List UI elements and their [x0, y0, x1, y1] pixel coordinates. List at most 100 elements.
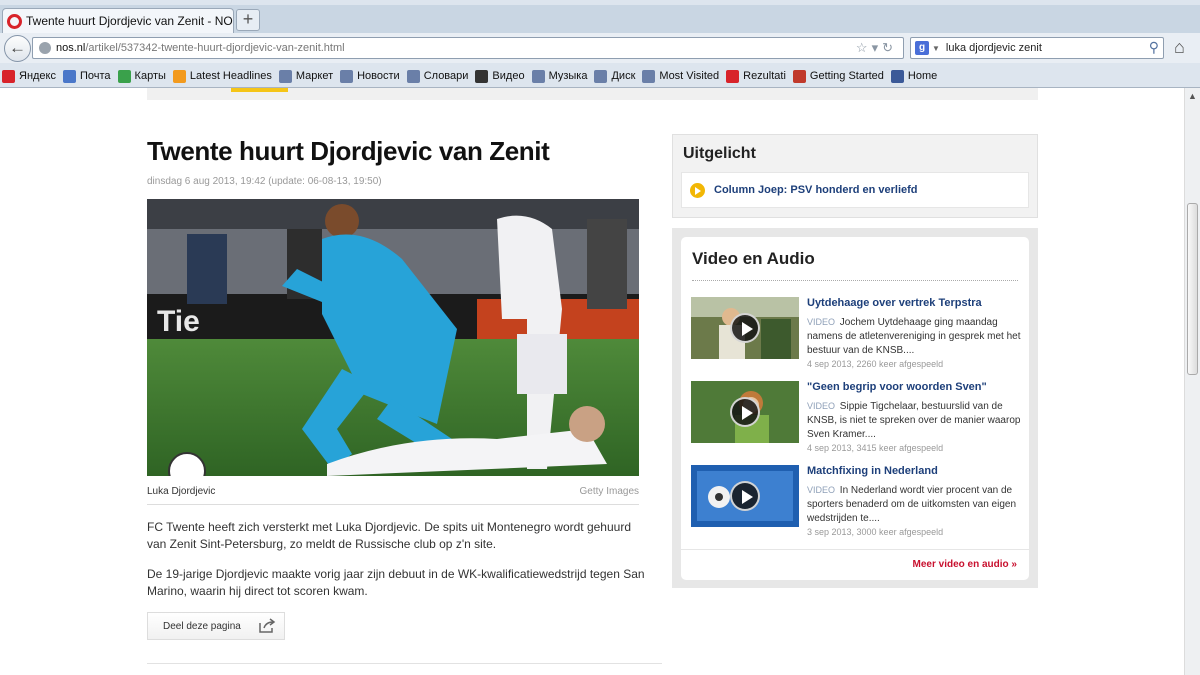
most-visited-icon [642, 69, 656, 83]
disk-icon [594, 69, 608, 83]
page-viewport: Twente huurt Djordjevic van Zenit dinsda… [0, 88, 1184, 675]
news-icon [340, 69, 354, 83]
article-paragraph-1: FC Twente heeft zich versterkt met Luka … [147, 520, 632, 551]
bookmark-item[interactable]: Getting Started [792, 69, 884, 83]
bookmark-label: Почта [80, 70, 111, 82]
bookmark-item[interactable]: Почта [63, 69, 111, 83]
photo-caption: Luka Djordjevic [147, 486, 216, 497]
rss-icon [172, 69, 186, 83]
video-thumbnail[interactable] [691, 297, 799, 359]
search-query: luka djordjevic zenit [945, 42, 1042, 54]
tab-title: Twente huurt Djordjevic van Zenit - NOS … [26, 14, 233, 28]
video-tag: VIDEO [807, 317, 836, 327]
new-tab-button[interactable]: + [236, 9, 260, 31]
video-description: VIDEO In Nederland wordt vier procent va… [807, 483, 1021, 526]
back-arrow-icon: ← [9, 38, 26, 57]
video-title[interactable]: "Geen begrip voor woorden Sven" [807, 381, 1021, 393]
navigation-bar: ← nos.nl/artikel/537342-twente-huurt-djo… [0, 33, 1200, 63]
yandex-icon [2, 69, 15, 83]
play-icon[interactable] [730, 397, 760, 427]
google-icon[interactable]: g [915, 41, 929, 55]
video-title[interactable]: Matchfixing in Nederland [807, 465, 1021, 477]
url-path: /artikel/537342-twente-huurt-djordjevic-… [85, 42, 345, 54]
search-icon[interactable]: ⚲ [1149, 39, 1159, 56]
music-icon [531, 69, 545, 83]
bookmark-label: Видео [492, 70, 525, 82]
firefox-icon [792, 69, 806, 83]
bookmark-label: Новости [357, 70, 400, 82]
video-title[interactable]: Uytdehaage over vertrek Terpstra [807, 297, 1021, 309]
video-meta: 4 sep 2013, 2260 keer afgespeeld [807, 359, 944, 369]
video-audio-divider [692, 280, 1018, 281]
tab-active[interactable]: Twente huurt Djordjevic van Zenit - NOS … [2, 8, 234, 33]
bookmark-item[interactable]: Most Visited [642, 69, 719, 83]
page-scrollbar[interactable]: ▲ [1184, 88, 1200, 675]
football-photo-illustration: Tie [147, 199, 639, 476]
video-audio-title: Video en Audio [692, 249, 815, 268]
bookmark-label: Яндекс [19, 70, 56, 82]
video-meta: 4 sep 2013, 3415 keer afgespeeld [807, 443, 944, 453]
video-meta: 3 sep 2013, 3000 keer afgespeeld [807, 527, 944, 537]
tab-strip: Twente huurt Djordjevic van Zenit - NOS … [0, 5, 1200, 33]
home-icon[interactable]: ⌂ [1174, 37, 1185, 58]
site-nav-strip [147, 88, 1038, 100]
bookmark-item[interactable]: Яндекс [2, 69, 56, 83]
featured-link-text: Column Joep: PSV honderd en verliefd [714, 184, 918, 196]
more-video-link[interactable]: Meer video en audio » [913, 559, 1017, 570]
bookmarks-toolbar: Яндекс Почта Карты Latest Headlines Маркет Но… [0, 64, 1200, 88]
bookmark-item[interactable]: Новости [340, 69, 400, 83]
bookmark-label: Музыка [548, 70, 588, 82]
article-bottom-divider [147, 663, 662, 664]
play-circle-icon [690, 182, 705, 198]
back-button[interactable]: ← [4, 35, 31, 62]
bookmark-item[interactable]: Словари [406, 69, 469, 83]
bookmark-item[interactable]: Музыка [531, 69, 588, 83]
bookmark-label: Latest Headlines [189, 70, 272, 82]
browser-chrome: Twente huurt Djordjevic van Zenit - NOS … [0, 0, 1200, 88]
scroll-up-icon[interactable]: ▲ [1188, 91, 1197, 101]
bookmark-item[interactable]: Маркет [278, 69, 334, 83]
globe-icon [39, 42, 51, 54]
share-label: Deel deze pagina [163, 620, 241, 632]
bookmark-item[interactable]: Видео [475, 69, 525, 83]
photo-credit: Getty Images [579, 486, 639, 497]
bookmark-star-icon[interactable]: ☆▾↻ [856, 40, 897, 56]
bookmark-label: Словари [423, 70, 469, 82]
bookmark-item[interactable]: Карты [117, 69, 166, 83]
video-thumbnail[interactable] [691, 465, 799, 527]
bookmark-label: Getting Started [809, 70, 884, 82]
bookmark-item[interactable]: Диск [594, 69, 636, 83]
bookmark-label: Диск [611, 70, 636, 82]
opera-favicon-icon [7, 13, 22, 29]
mail-icon [63, 69, 76, 83]
featured-title: Uitgelicht [683, 145, 756, 162]
url-bar[interactable]: nos.nl/artikel/537342-twente-huurt-djord… [32, 37, 904, 59]
caption-divider [147, 504, 639, 505]
video-item[interactable]: Uytdehaage over vertrek Terpstra VIDEO J… [691, 297, 1021, 373]
play-icon[interactable] [730, 481, 760, 511]
video-item[interactable]: Matchfixing in Nederland VIDEO In Nederl… [691, 465, 1021, 541]
engine-dropdown-icon[interactable]: ▼ [932, 44, 940, 53]
share-icon [259, 618, 276, 633]
bookmark-label: Маркет [295, 70, 334, 82]
bookmark-item[interactable]: Latest Headlines [172, 69, 272, 83]
play-icon[interactable] [730, 313, 760, 343]
featured-link[interactable]: Column Joep: PSV honderd en verliefd [681, 172, 1029, 208]
rezultati-icon [726, 69, 740, 83]
bookmark-item[interactable]: Rezultati [726, 69, 786, 83]
scrollbar-thumb[interactable] [1187, 203, 1198, 375]
facebook-icon [890, 69, 904, 83]
video-audio-box: Video en Audio Uytdehaage over vertrek T… [672, 228, 1038, 588]
bookmark-item[interactable]: Home [890, 69, 937, 83]
video-item[interactable]: "Geen begrip voor woorden Sven" VIDEO Si… [691, 381, 1021, 457]
video-icon [475, 69, 489, 83]
svg-text:Tie: Tie [157, 305, 200, 338]
bookmark-label: Карты [134, 70, 166, 82]
article-headline: Twente huurt Djordjevic van Zenit [147, 136, 550, 166]
video-description-text: In Nederland wordt vier procent van de s… [807, 485, 1017, 524]
video-thumbnail[interactable] [691, 381, 799, 443]
search-box[interactable]: g ▼ luka djordjevic zenit ⚲ [910, 37, 1164, 59]
featured-box: Uitgelicht Column Joep: PSV honderd en v… [672, 134, 1038, 218]
share-page-button[interactable]: Deel deze pagina [147, 612, 285, 640]
bookmark-label: Rezultati [743, 70, 786, 82]
